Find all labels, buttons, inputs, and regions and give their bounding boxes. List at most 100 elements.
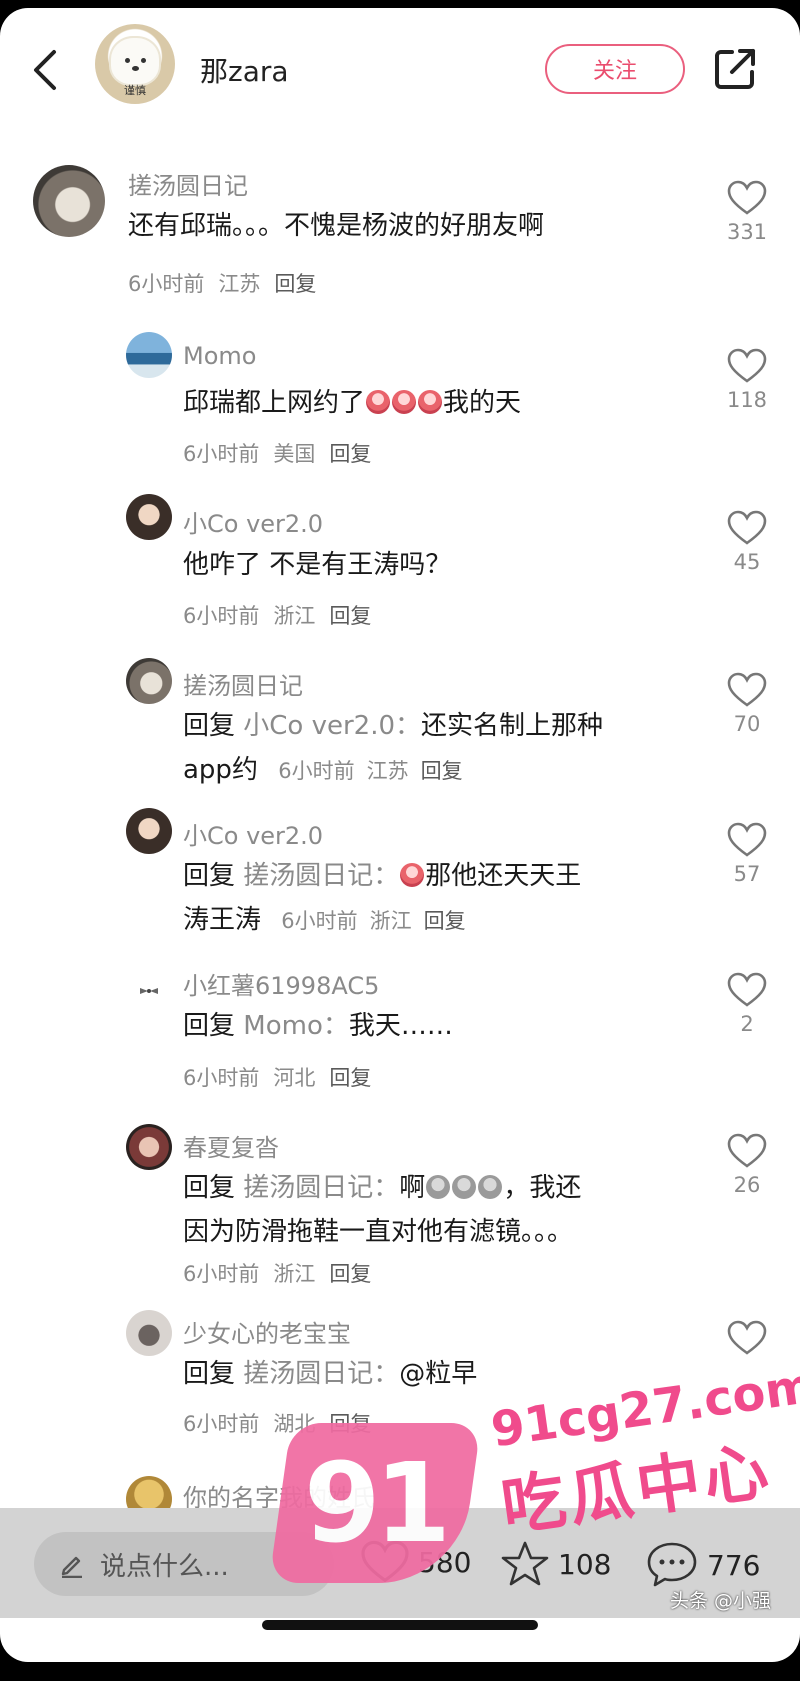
reply-button[interactable]: 回复 bbox=[329, 442, 371, 466]
reply-button[interactable]: 回复 bbox=[329, 604, 371, 628]
avatar[interactable] bbox=[126, 1124, 172, 1170]
avatar-eye bbox=[141, 58, 146, 63]
like-count: 331 bbox=[726, 220, 768, 244]
heart-icon bbox=[727, 1320, 767, 1355]
bow-icon bbox=[140, 988, 158, 994]
header-avatar[interactable]: 谨慎 bbox=[95, 24, 175, 104]
avatar[interactable] bbox=[126, 332, 172, 378]
grey-emoji-icon bbox=[426, 1175, 451, 1199]
avatar-tag: 谨慎 bbox=[124, 84, 146, 97]
crying-emoji-icon bbox=[418, 390, 443, 414]
comments-button[interactable]: 776 bbox=[645, 1540, 760, 1590]
comment-meta: 6小时前 浙江 回复 bbox=[183, 1258, 371, 1288]
comment-meta: 6小时前 浙江 回复 bbox=[269, 909, 465, 933]
avatar[interactable] bbox=[126, 658, 172, 704]
like-button[interactable]: 331 bbox=[717, 180, 777, 244]
reply-target[interactable]: 小Co ver2.0： bbox=[243, 711, 421, 741]
grey-emoji-icon bbox=[452, 1175, 477, 1199]
comment-author[interactable]: Momo bbox=[183, 342, 256, 370]
pig-emoji-icon bbox=[400, 863, 425, 887]
comment-time: 6小时前 bbox=[183, 1262, 260, 1286]
home-indicator[interactable] bbox=[262, 1620, 538, 1630]
comment-location: 浙江 bbox=[273, 1262, 316, 1286]
comment-location: 江苏 bbox=[218, 272, 261, 296]
header: 谨慎 那zara 关注 bbox=[0, 8, 800, 128]
comment-text-part: ，我还 bbox=[503, 1173, 582, 1203]
comment-text: 邱瑞都上网约了 我的天 bbox=[183, 381, 521, 425]
crying-emoji-icon bbox=[366, 390, 391, 414]
avatar[interactable] bbox=[33, 165, 105, 237]
comment-author[interactable]: 搓汤圆日记 bbox=[183, 666, 303, 701]
like-button[interactable]: 57 bbox=[717, 822, 777, 886]
heart-icon bbox=[727, 348, 767, 383]
heart-icon bbox=[727, 972, 767, 1007]
like-button[interactable]: 70 bbox=[717, 672, 777, 736]
comment-text-line2: app约 6小时前 江苏 回复 bbox=[183, 748, 463, 793]
avatar[interactable] bbox=[126, 1310, 172, 1356]
like-button[interactable]: 45 bbox=[717, 510, 777, 574]
watermark-toutiao: 头条 @小强 bbox=[670, 1590, 772, 1612]
comment-text-part: 那他还天天王 bbox=[425, 861, 582, 891]
like-count: 45 bbox=[733, 550, 761, 574]
avatar[interactable] bbox=[126, 494, 172, 540]
collect-count: 108 bbox=[558, 1547, 612, 1581]
comment-icon bbox=[647, 1542, 697, 1587]
comment-text-part: @粒早 bbox=[399, 1359, 478, 1389]
comment-location: 河北 bbox=[273, 1066, 316, 1090]
reply-prefix: 回复 bbox=[183, 711, 236, 741]
reply-button[interactable]: 回复 bbox=[274, 272, 316, 296]
like-button[interactable]: 2 bbox=[717, 972, 777, 1036]
comment-text-line2: 因为防滑拖鞋一直对他有滤镜。。。 bbox=[183, 1217, 574, 1247]
reply-target[interactable]: 搓汤圆日记： bbox=[243, 861, 399, 891]
like-button[interactable] bbox=[717, 1320, 777, 1360]
comment-meta: 6小时前 浙江 回复 bbox=[183, 600, 371, 630]
avatar[interactable] bbox=[126, 968, 172, 1014]
reply-prefix: 回复 bbox=[183, 1359, 236, 1389]
reply-button[interactable]: 回复 bbox=[424, 909, 466, 933]
comment-author[interactable]: 搓汤圆日记 bbox=[128, 166, 248, 201]
reply-prefix: 回复 bbox=[183, 1173, 236, 1203]
comment-location: 江苏 bbox=[366, 759, 409, 783]
avatar-eye bbox=[125, 58, 130, 63]
screen: 谨慎 那zara 关注 搓汤圆日记 还有邱瑞。。。不愧是杨波的好朋友啊 6小时前… bbox=[0, 8, 800, 1662]
comments-count: 776 bbox=[707, 1548, 761, 1582]
header-username[interactable]: 那zara bbox=[200, 50, 289, 90]
comment-text: 回复 Momo：我天…… bbox=[183, 1004, 453, 1048]
comment-author[interactable]: 小红薯61998AC5 bbox=[183, 966, 379, 1001]
reply-prefix: 回复 bbox=[183, 1011, 236, 1041]
follow-button[interactable]: 关注 bbox=[545, 44, 685, 94]
like-count: 2 bbox=[740, 1012, 754, 1036]
reply-button[interactable]: 回复 bbox=[329, 1262, 371, 1286]
comment-text: 回复 搓汤圆日记：啊 ，我还 bbox=[183, 1166, 581, 1210]
grey-emoji-icon bbox=[478, 1175, 503, 1199]
like-button[interactable]: 118 bbox=[717, 348, 777, 412]
comment-author[interactable]: 小Co ver2.0 bbox=[183, 504, 323, 539]
comment-author[interactable]: 少女心的老宝宝 bbox=[183, 1314, 351, 1349]
heart-icon bbox=[727, 672, 767, 707]
comment-text: 他咋了 不是有王涛吗？ bbox=[183, 550, 452, 580]
like-button[interactable]: 26 bbox=[717, 1133, 777, 1197]
comment-text: 还有邱瑞。。。不愧是杨波的好朋友啊 bbox=[128, 211, 545, 241]
comment-author[interactable]: 小Co ver2.0 bbox=[183, 816, 323, 851]
reply-button[interactable]: 回复 bbox=[329, 1066, 371, 1090]
reply-target[interactable]: 搓汤圆日记： bbox=[243, 1173, 399, 1203]
reply-target[interactable]: 搓汤圆日记： bbox=[243, 1359, 399, 1389]
heart-icon bbox=[727, 180, 767, 215]
back-icon[interactable] bbox=[30, 48, 60, 92]
comment-meta: 6小时前 江苏 回复 bbox=[266, 759, 462, 783]
reply-target[interactable]: Momo： bbox=[243, 1011, 349, 1041]
comment-text: 回复 小Co ver2.0：还实名制上那种 bbox=[183, 704, 603, 748]
comment-author[interactable]: 春夏复沓 bbox=[183, 1128, 279, 1163]
comment-location: 浙江 bbox=[369, 909, 412, 933]
avatar[interactable] bbox=[126, 808, 172, 854]
share-icon[interactable] bbox=[712, 46, 758, 92]
comment-time: 6小时前 bbox=[278, 759, 355, 783]
like-count: 57 bbox=[733, 862, 761, 886]
comment-text-part: 啊 bbox=[399, 1173, 426, 1203]
comment-text-line2: 涛王涛 6小时前 浙江 回复 bbox=[183, 898, 466, 943]
avatar-nose bbox=[132, 66, 139, 71]
reply-button[interactable]: 回复 bbox=[421, 759, 463, 783]
comment-text-part: 还实名制上那种 bbox=[421, 711, 604, 741]
comment-text-part: 我天…… bbox=[348, 1011, 453, 1041]
comment-time: 6小时前 bbox=[281, 909, 358, 933]
